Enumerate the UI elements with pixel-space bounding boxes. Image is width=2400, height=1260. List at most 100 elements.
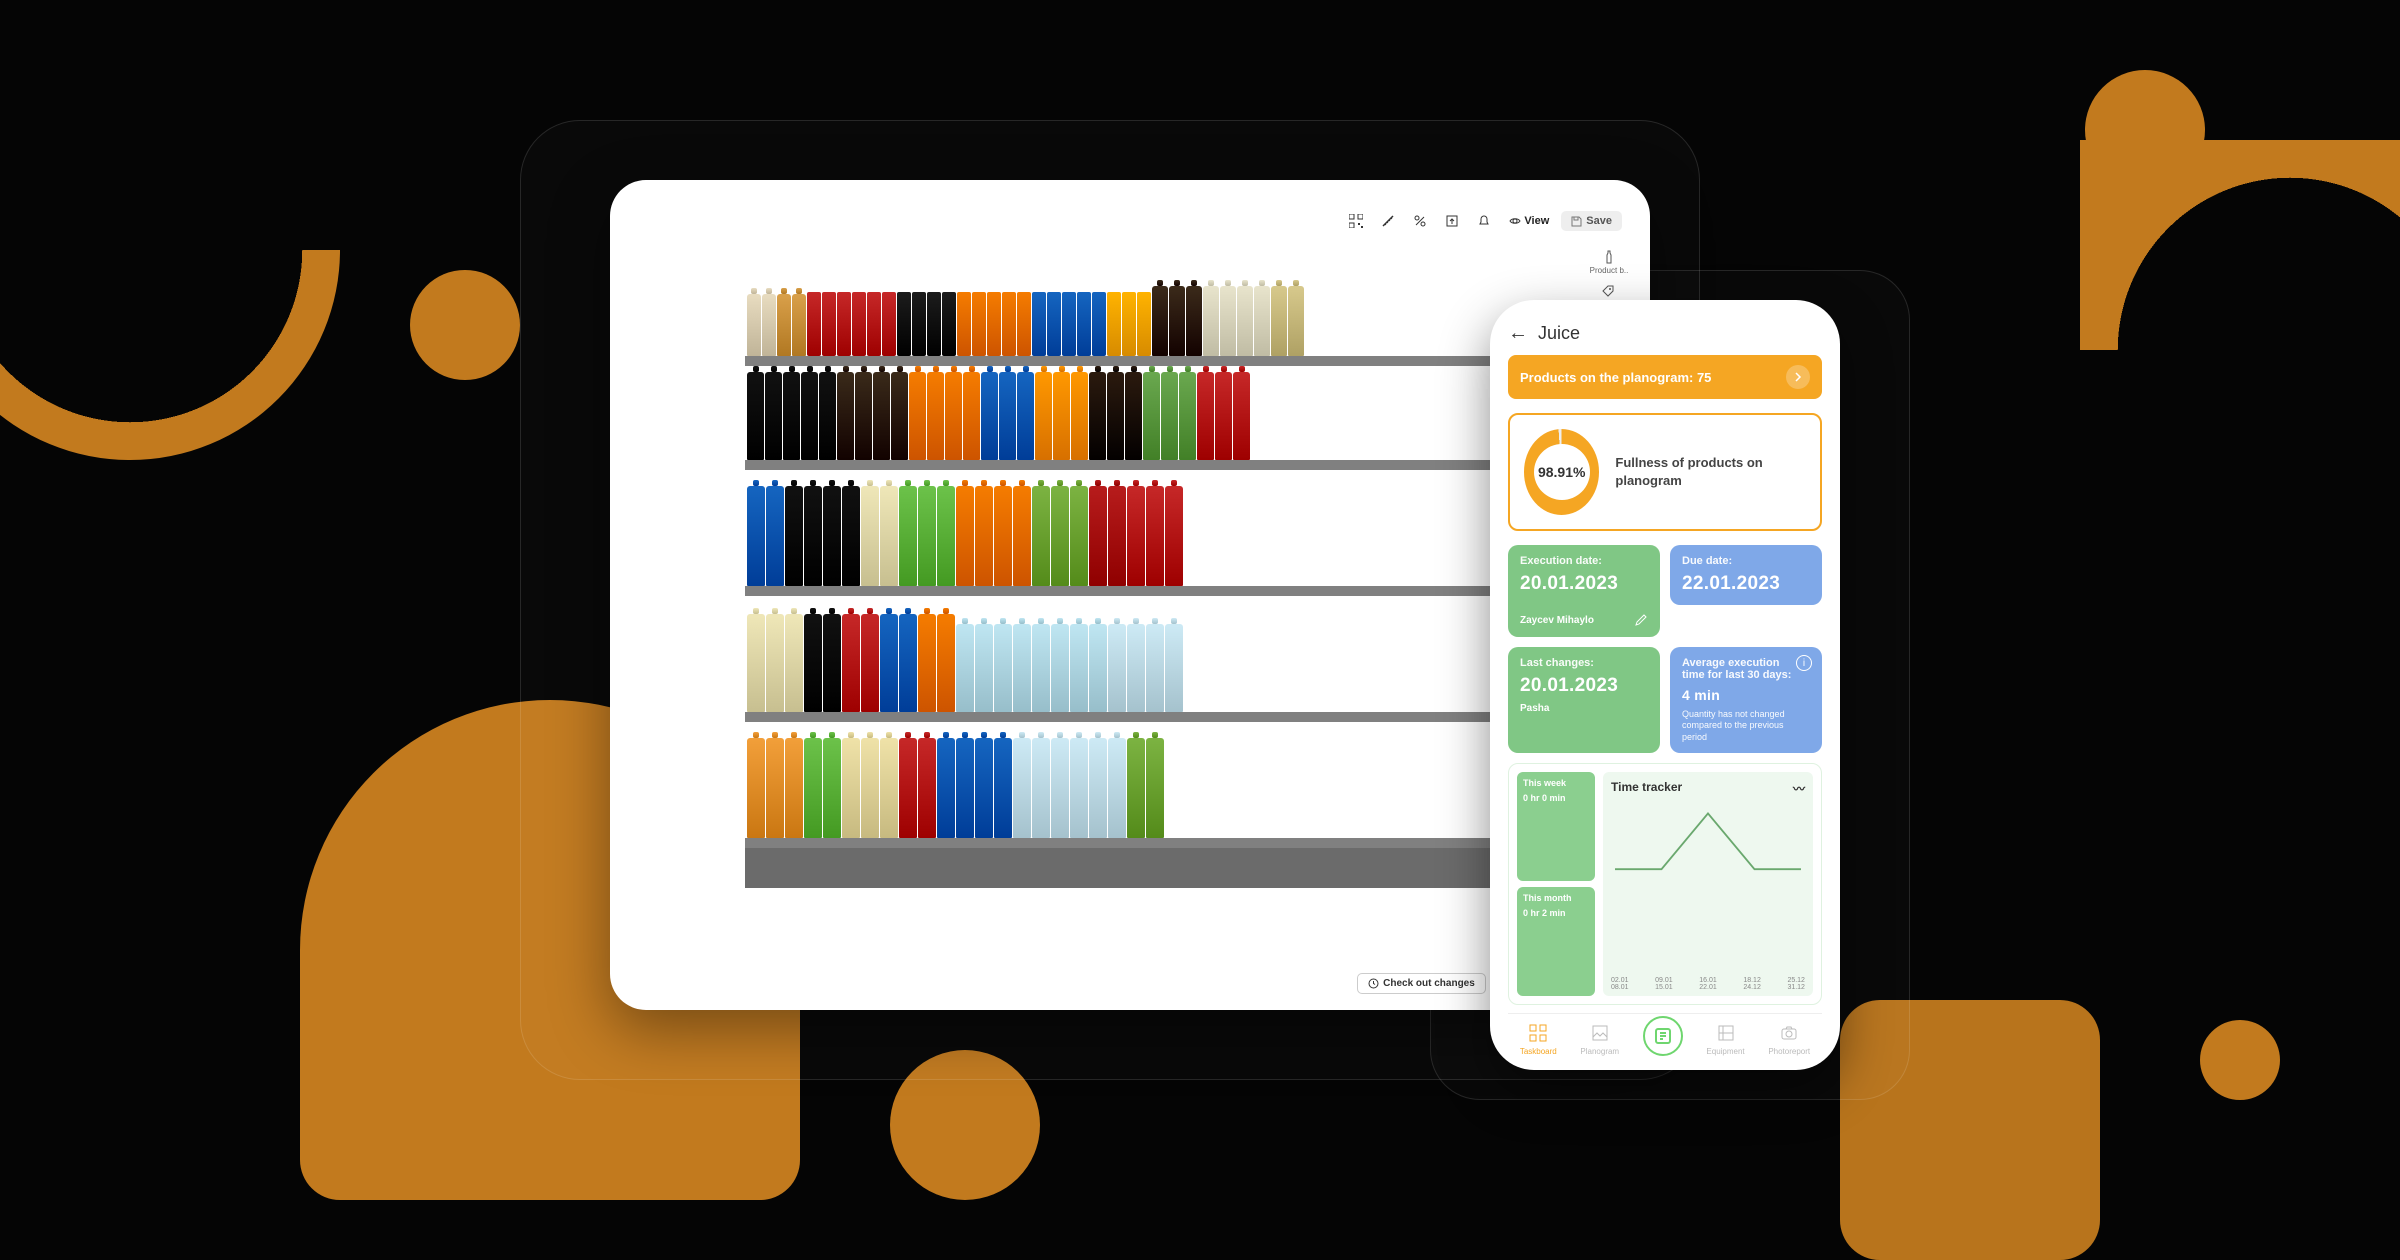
product-facing[interactable] — [1107, 372, 1124, 460]
bell-icon[interactable] — [1471, 208, 1497, 234]
product-facing[interactable] — [994, 486, 1012, 586]
product-facing[interactable] — [1051, 486, 1069, 586]
product-facing[interactable] — [1013, 624, 1031, 712]
product-facing[interactable] — [882, 292, 896, 356]
product-facing[interactable] — [1013, 738, 1031, 838]
product-facing[interactable] — [867, 292, 881, 356]
product-facing[interactable] — [956, 738, 974, 838]
product-facing[interactable] — [1107, 292, 1121, 356]
product-facing[interactable] — [804, 738, 822, 838]
save-button[interactable]: Save — [1561, 211, 1622, 231]
product-facing[interactable] — [785, 486, 803, 586]
product-facing[interactable] — [1179, 372, 1196, 460]
product-facing[interactable] — [1165, 486, 1183, 586]
product-facing[interactable] — [880, 738, 898, 838]
product-facing[interactable] — [1051, 738, 1069, 838]
product-facing[interactable] — [1122, 292, 1136, 356]
product-facing[interactable] — [1047, 292, 1061, 356]
product-facing[interactable] — [1035, 372, 1052, 460]
product-facing[interactable] — [842, 738, 860, 838]
product-facing[interactable] — [899, 738, 917, 838]
product-facing[interactable] — [1108, 486, 1126, 586]
product-facing[interactable] — [999, 372, 1016, 460]
expand-icon[interactable]: 〰 — [1793, 780, 1805, 797]
product-facing[interactable] — [801, 372, 818, 460]
product-facing[interactable] — [1053, 372, 1070, 460]
product-facing[interactable] — [766, 486, 784, 586]
product-facing[interactable] — [975, 486, 993, 586]
product-facing[interactable] — [804, 486, 822, 586]
product-facing[interactable] — [855, 372, 872, 460]
product-facing[interactable] — [861, 614, 879, 712]
product-facing[interactable] — [873, 372, 890, 460]
product-facing[interactable] — [823, 486, 841, 586]
product-facing[interactable] — [1062, 292, 1076, 356]
product-facing[interactable] — [994, 738, 1012, 838]
shelf-row[interactable] — [745, 366, 1515, 470]
product-facing[interactable] — [937, 738, 955, 838]
product-facing[interactable] — [1032, 292, 1046, 356]
product-facing[interactable] — [918, 486, 936, 586]
product-facing[interactable] — [852, 292, 866, 356]
product-facing[interactable] — [1127, 624, 1145, 712]
product-facing[interactable] — [891, 372, 908, 460]
shelf-row[interactable] — [745, 722, 1515, 848]
product-facing[interactable] — [909, 372, 926, 460]
product-facing[interactable] — [956, 624, 974, 712]
nav-taskboard[interactable]: Taskboard — [1520, 1022, 1557, 1056]
product-facing[interactable] — [804, 614, 822, 712]
product-facing[interactable] — [912, 292, 926, 356]
edit-icon[interactable] — [1634, 613, 1648, 627]
planogram-canvas[interactable] — [745, 262, 1515, 888]
product-facing[interactable] — [975, 624, 993, 712]
product-facing[interactable] — [842, 614, 860, 712]
product-facing[interactable] — [1288, 286, 1304, 356]
product-facing[interactable] — [987, 292, 1001, 356]
product-facing[interactable] — [918, 614, 936, 712]
product-facing[interactable] — [880, 614, 898, 712]
product-facing[interactable] — [861, 738, 879, 838]
export-icon[interactable] — [1439, 208, 1465, 234]
tag-panel-toggle[interactable] — [1602, 285, 1616, 299]
product-facing[interactable] — [937, 614, 955, 712]
product-facing[interactable] — [783, 372, 800, 460]
product-facing[interactable] — [1237, 286, 1253, 356]
product-facing[interactable] — [747, 294, 761, 356]
product-facing[interactable] — [823, 738, 841, 838]
product-facing[interactable] — [937, 486, 955, 586]
product-facing[interactable] — [1137, 292, 1151, 356]
product-facing[interactable] — [747, 738, 765, 838]
product-facing[interactable] — [942, 292, 956, 356]
product-facing[interactable] — [1215, 372, 1232, 460]
product-facing[interactable] — [762, 294, 776, 356]
products-count-banner[interactable]: Products on the planogram: 75 — [1508, 355, 1822, 399]
product-facing[interactable] — [823, 614, 841, 712]
product-facing[interactable] — [1089, 486, 1107, 586]
product-facing[interactable] — [807, 292, 821, 356]
product-facing[interactable] — [1089, 372, 1106, 460]
product-facing[interactable] — [1017, 372, 1034, 460]
nav-photoreport[interactable]: Photoreport — [1768, 1022, 1810, 1056]
product-facing[interactable] — [1271, 286, 1287, 356]
product-facing[interactable] — [918, 738, 936, 838]
nav-planogram[interactable]: Planogram — [1580, 1022, 1619, 1056]
product-facing[interactable] — [1032, 738, 1050, 838]
product-facing[interactable] — [1077, 292, 1091, 356]
product-facing[interactable] — [1127, 738, 1145, 838]
product-facing[interactable] — [1089, 738, 1107, 838]
product-facing[interactable] — [1070, 738, 1088, 838]
product-facing[interactable] — [880, 486, 898, 586]
product-facing[interactable] — [1169, 286, 1185, 356]
product-facing[interactable] — [1089, 624, 1107, 712]
product-facing[interactable] — [747, 486, 765, 586]
product-facing[interactable] — [785, 614, 803, 712]
product-facing[interactable] — [822, 292, 836, 356]
product-facing[interactable] — [1092, 292, 1106, 356]
product-facing[interactable] — [1070, 624, 1088, 712]
product-facing[interactable] — [1032, 624, 1050, 712]
product-facing[interactable] — [777, 294, 791, 356]
product-facing[interactable] — [1186, 286, 1202, 356]
product-facing[interactable] — [765, 372, 782, 460]
product-facing[interactable] — [819, 372, 836, 460]
product-facing[interactable] — [747, 614, 765, 712]
